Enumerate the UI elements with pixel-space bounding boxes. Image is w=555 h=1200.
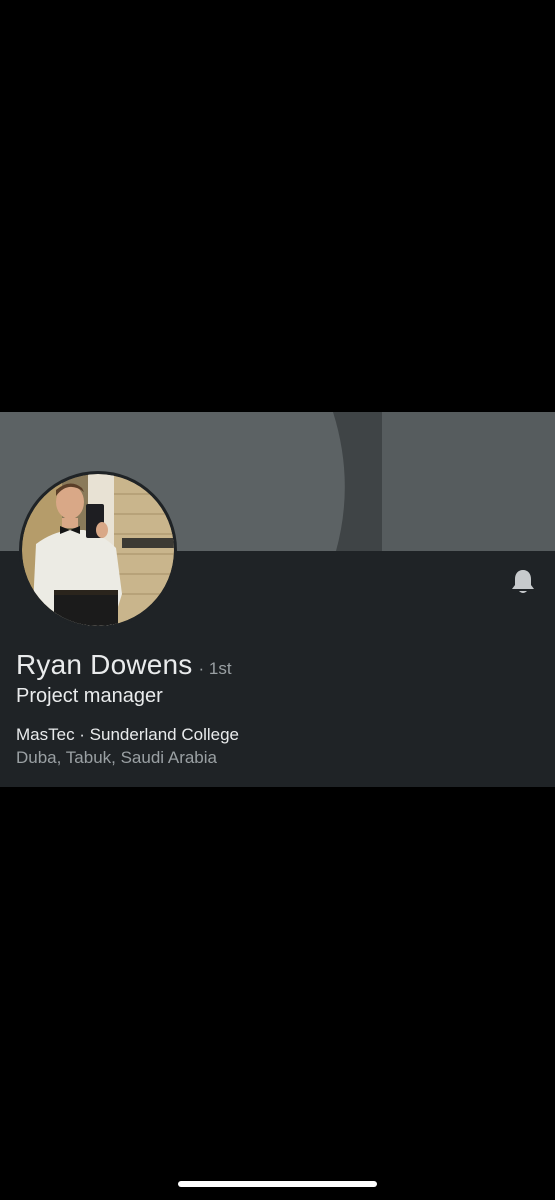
profile-headline: Project manager [16,685,163,707]
name-row: Ryan Dowens · 1st [16,649,232,681]
home-indicator[interactable] [178,1181,377,1187]
avatar[interactable] [19,471,177,629]
profile-card: Ryan Dowens · 1st Project manager MasTec… [0,412,555,787]
bell-icon[interactable] [508,567,538,597]
company-education[interactable]: MasTec · Sunderland College [16,725,239,745]
profile-name: Ryan Dowens [16,649,193,680]
profile-location: Duba, Tabuk, Saudi Arabia [16,748,217,767]
connection-degree: · 1st [198,659,232,678]
